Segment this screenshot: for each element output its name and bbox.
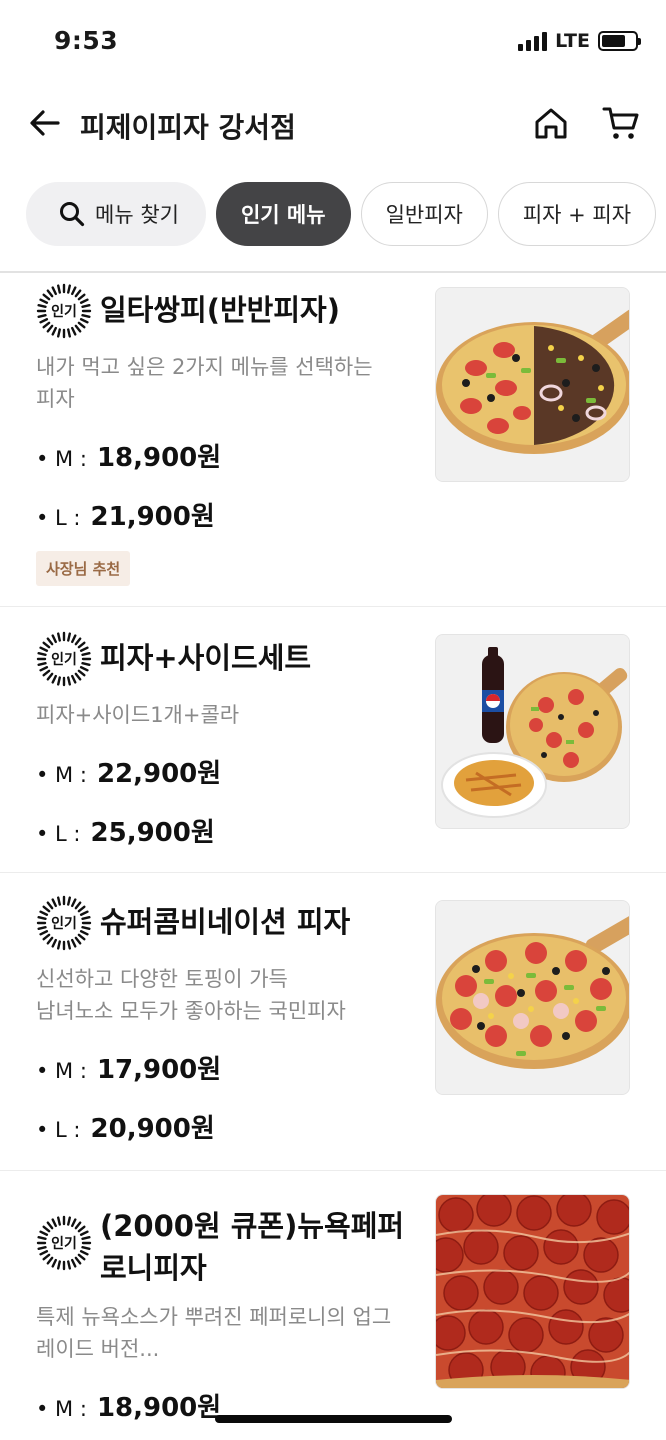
menu-item-info: 인기 슈퍼콤비네이션 피자 신선하고 다양한 토핑이 가득 남녀노소 모두가 좋… xyxy=(36,895,416,1145)
status-bar: 9:53 LTE xyxy=(0,0,666,80)
size-label: • L : xyxy=(36,1118,81,1142)
size-label: • M : xyxy=(36,1059,87,1083)
price-value: 17,900원 xyxy=(96,1055,222,1085)
menu-item-description: 신선하고 다양한 토핑이 가득 남녀노소 모두가 좋아하는 국민피자 xyxy=(36,963,416,1027)
home-button[interactable] xyxy=(528,100,574,146)
description-line: 남녀노소 모두가 좋아하는 국민피자 xyxy=(36,999,346,1023)
size-label: • L : xyxy=(36,822,81,846)
size-label: • M : xyxy=(36,1397,87,1421)
price-row-l: • L : 21,900원 xyxy=(36,496,416,533)
menu-item-description: 특제 뉴욕소스가 뿌려진 페퍼로니의 업그 레이드 버전... xyxy=(36,1301,416,1365)
price-value: 22,900원 xyxy=(96,759,222,789)
menu-item-description: 피자+사이드1개+콜라 xyxy=(36,699,416,731)
header: 피제이피자 강서점 xyxy=(0,92,666,152)
menu-item[interactable]: 인기 슈퍼콤비네이션 피자 신선하고 다양한 토핑이 가득 남녀노소 모두가 좋… xyxy=(0,873,666,1171)
menu-list: 인기 일타쌍피(반반피자) 내가 먹고 싶은 2가지 메뉴를 선택하는 피자 •… xyxy=(0,273,666,1440)
menu-item-image xyxy=(435,287,630,482)
popular-badge-label: 인기 xyxy=(51,652,77,668)
battery-icon xyxy=(598,31,641,51)
menu-item-image xyxy=(435,1194,630,1389)
tab-popular-menu[interactable]: 인기 메뉴 xyxy=(215,182,351,246)
home-indicator xyxy=(215,1415,452,1423)
menu-item-title-row: 인기 일타쌍피(반반피자) xyxy=(36,283,416,339)
page-title: 피제이피자 강서점 xyxy=(80,111,296,144)
description-line: 피자+사이드1개+콜라 xyxy=(36,703,240,727)
description-line: 특제 뉴욕소스가 뿌려진 페퍼로니의 업그 xyxy=(36,1305,392,1329)
description-line: 신선하고 다양한 토핑이 가득 xyxy=(36,967,288,991)
signal-icon xyxy=(518,31,548,51)
menu-item-title: 피자+사이드세트 xyxy=(100,641,312,675)
menu-item[interactable]: 인기 일타쌍피(반반피자) 내가 먹고 싶은 2가지 메뉴를 선택하는 피자 •… xyxy=(0,273,666,607)
popular-badge-icon: 인기 xyxy=(36,895,92,951)
cart-icon xyxy=(602,107,639,139)
price-value: 25,900원 xyxy=(90,818,215,848)
menu-item-info: 인기 (2000원 큐폰)뉴욕페퍼 로니피자 특제 뉴욕소스가 뿌려진 페퍼로니… xyxy=(36,1201,416,1424)
menu-item-title: (2000원 큐폰)뉴욕페퍼 로니피자 xyxy=(100,1205,404,1289)
menu-item-image xyxy=(435,900,630,1095)
popular-badge-icon: 인기 xyxy=(36,631,92,687)
network-label: LTE xyxy=(555,30,590,52)
owner-recommend-tag: 사장님 추천 xyxy=(36,551,131,586)
popular-badge-label: 인기 xyxy=(51,916,77,932)
popular-badge-icon: 인기 xyxy=(36,283,92,339)
menu-item-info: 인기 피자+사이드세트 피자+사이드1개+콜라 • M : 22,900원 • … xyxy=(36,631,416,849)
popular-badge-label: 인기 xyxy=(51,304,77,320)
status-time: 9:53 xyxy=(54,26,119,55)
popular-badge-icon: 인기 xyxy=(36,1215,92,1271)
back-arrow-icon xyxy=(30,110,60,136)
price-row-m: • M : 22,900원 xyxy=(36,753,416,790)
tab-pizza-plus-pizza[interactable]: 피자 + 피자 xyxy=(497,182,657,246)
menu-item[interactable]: 인기 피자+사이드세트 피자+사이드1개+콜라 • M : 22,900원 • … xyxy=(0,607,666,873)
title-line: 로니피자 xyxy=(100,1251,207,1285)
menu-item-image xyxy=(435,634,630,829)
menu-item-description: 내가 먹고 싶은 2가지 메뉴를 선택하는 피자 xyxy=(36,351,416,415)
menu-item-title: 일타쌍피(반반피자) xyxy=(100,293,340,327)
price-row-m: • M : 17,900원 xyxy=(36,1049,416,1086)
size-label: • L : xyxy=(36,506,81,530)
price-row-l: • L : 20,900원 xyxy=(36,1108,416,1145)
price-value: 18,900원 xyxy=(96,1393,222,1423)
size-label: • M : xyxy=(36,447,87,471)
description-line: 레이드 버전... xyxy=(36,1337,160,1361)
cart-button[interactable] xyxy=(598,100,644,146)
description-line: 내가 먹고 싶은 2가지 메뉴를 선택하는 xyxy=(36,355,373,379)
size-label: • M : xyxy=(36,763,87,787)
tab-menu-search[interactable]: 메뉴 찾기 xyxy=(26,182,206,246)
search-icon xyxy=(60,202,85,227)
menu-item-title-row: 인기 피자+사이드세트 xyxy=(36,631,416,687)
price-value: 21,900원 xyxy=(90,502,215,532)
home-icon xyxy=(535,108,567,139)
menu-item-title-row: 인기 (2000원 큐폰)뉴욕페퍼 로니피자 xyxy=(36,1201,416,1289)
menu-item[interactable]: 인기 (2000원 큐폰)뉴욕페퍼 로니피자 특제 뉴욕소스가 뿌려진 페퍼로니… xyxy=(0,1171,666,1440)
back-button[interactable] xyxy=(24,102,66,144)
price-row-m: • M : 18,900원 xyxy=(36,437,416,474)
status-indicators: LTE xyxy=(518,30,641,52)
menu-item-info: 인기 일타쌍피(반반피자) 내가 먹고 싶은 2가지 메뉴를 선택하는 피자 •… xyxy=(36,283,416,586)
tab-label: 메뉴 찾기 xyxy=(95,203,179,227)
popular-badge-label: 인기 xyxy=(51,1236,77,1252)
category-tabs: 메뉴 찾기 인기 메뉴 일반피자 피자 + 피자 xyxy=(26,182,657,246)
menu-item-title: 슈퍼콤비네이션 피자 xyxy=(100,905,351,939)
price-row-l: • L : 25,900원 xyxy=(36,812,416,849)
description-line: 피자 xyxy=(36,387,75,411)
menu-item-title-row: 인기 슈퍼콤비네이션 피자 xyxy=(36,895,416,951)
price-value: 20,900원 xyxy=(90,1114,215,1144)
title-line: (2000원 큐폰)뉴욕페퍼 xyxy=(100,1209,405,1243)
price-value: 18,900원 xyxy=(96,443,222,473)
tab-regular-pizza[interactable]: 일반피자 xyxy=(360,182,488,246)
